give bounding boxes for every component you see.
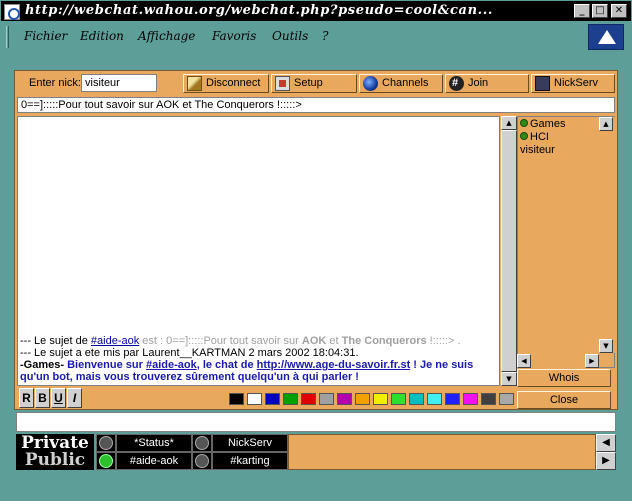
userlist-scrollbar[interactable]: ▲ ▼ bbox=[599, 117, 615, 353]
browser-logo-icon bbox=[588, 24, 624, 50]
menu-affichage[interactable]: Affichage bbox=[138, 29, 195, 43]
channels-button[interactable]: Channels bbox=[359, 74, 443, 93]
disconnect-label: Disconnect bbox=[206, 77, 261, 89]
whois-button[interactable]: Whois bbox=[517, 369, 611, 387]
chat-line-topic-setter: --- Le sujet a ete mis par Laurent__KART… bbox=[20, 347, 359, 359]
title-bar: http://webchat.wahou.org/webchat.php?pse… bbox=[0, 0, 632, 22]
tab-row-top: *Status* NickServ bbox=[94, 434, 288, 452]
reverse-button[interactable]: R bbox=[19, 388, 34, 408]
bold-button[interactable]: B bbox=[35, 388, 50, 408]
userlist-hscrollbar[interactable]: ◀ ▶ bbox=[517, 354, 599, 368]
userlist-up-icon[interactable]: ▲ bbox=[599, 117, 613, 131]
menu-bar: Fichier Edition Affichage Favoris Outils… bbox=[0, 22, 632, 52]
setup-icon bbox=[275, 76, 290, 91]
nickserv-icon bbox=[535, 76, 550, 91]
tab-bar-fill bbox=[288, 434, 596, 470]
karting-indicator-icon bbox=[192, 452, 212, 470]
site-link[interactable]: http://www.age-du-savoir.fr.st bbox=[257, 359, 411, 371]
color-swatch[interactable] bbox=[391, 393, 406, 405]
color-swatch[interactable] bbox=[445, 393, 460, 405]
color-swatch[interactable] bbox=[427, 393, 442, 405]
color-swatch[interactable] bbox=[355, 393, 370, 405]
close-button[interactable]: Close bbox=[517, 391, 611, 409]
chat-scroll-thumb[interactable] bbox=[501, 130, 517, 372]
userlist-right-icon[interactable]: ▶ bbox=[585, 354, 599, 368]
color-swatch[interactable] bbox=[229, 393, 244, 405]
chat-line-topic: --- Le sujet de #aide-aok est : 0==]::::… bbox=[20, 335, 461, 347]
hash-icon bbox=[449, 75, 464, 92]
nick-label: Enter nick: bbox=[29, 77, 81, 89]
tab-aide-aok[interactable]: #aide-aok bbox=[116, 452, 192, 470]
globe-icon bbox=[363, 76, 378, 91]
disconnect-icon bbox=[187, 76, 202, 91]
scroll-down-icon[interactable]: ▼ bbox=[501, 372, 517, 386]
color-swatch[interactable] bbox=[301, 393, 316, 405]
join-button[interactable]: Join bbox=[445, 74, 529, 93]
channel-link-2[interactable]: #aide-aok bbox=[146, 359, 197, 371]
close-window-button[interactable]: ✕ bbox=[611, 4, 627, 18]
channels-label: Channels bbox=[382, 77, 429, 89]
menu-favoris[interactable]: Favoris bbox=[212, 29, 256, 43]
setup-button[interactable]: Setup bbox=[271, 74, 357, 93]
nav-right-icon[interactable]: ▶ bbox=[596, 452, 616, 470]
color-swatch[interactable] bbox=[319, 393, 334, 405]
nickserv-button[interactable]: NickServ bbox=[531, 74, 615, 93]
color-swatch[interactable] bbox=[265, 393, 280, 405]
chat-line-bot: -Games- Bienvenue sur #aide-aok, le chat… bbox=[20, 359, 474, 383]
chat-area: --- Le sujet de #aide-aok est : 0==]::::… bbox=[17, 116, 500, 386]
userlist-left-icon[interactable]: ◀ bbox=[517, 354, 531, 368]
color-swatch[interactable] bbox=[499, 393, 514, 405]
menu-grip bbox=[6, 26, 9, 48]
minimize-button[interactable]: _ bbox=[574, 4, 590, 18]
window-title: http://webchat.wahou.org/webchat.php?pse… bbox=[25, 3, 493, 18]
tab-karting[interactable]: #karting bbox=[212, 452, 288, 470]
status-indicator-icon bbox=[96, 434, 116, 452]
op-icon bbox=[520, 119, 528, 127]
channel-link[interactable]: #aide-aok bbox=[91, 335, 139, 347]
maximize-button[interactable]: □ bbox=[592, 4, 608, 18]
topic-bar: 0==]:::::Pour tout savoir sur AOK et The… bbox=[17, 97, 615, 113]
chat-messages: --- Le sujet de #aide-aok est : 0==]::::… bbox=[20, 335, 498, 383]
nickserv-label: NickServ bbox=[554, 77, 599, 89]
color-swatch[interactable] bbox=[337, 393, 352, 405]
color-swatch[interactable] bbox=[373, 393, 388, 405]
active-indicator-icon bbox=[96, 452, 116, 470]
color-swatch[interactable] bbox=[283, 393, 298, 405]
menu-help[interactable]: ? bbox=[322, 29, 328, 43]
italic-button[interactable]: I bbox=[67, 388, 82, 408]
color-swatch[interactable] bbox=[247, 393, 262, 405]
tab-status[interactable]: *Status* bbox=[116, 434, 192, 452]
color-swatch[interactable] bbox=[481, 393, 496, 405]
setup-label: Setup bbox=[294, 77, 323, 89]
nickserv-indicator-icon bbox=[192, 434, 212, 452]
disconnect-button[interactable]: Disconnect bbox=[183, 74, 269, 93]
color-swatch[interactable] bbox=[409, 393, 424, 405]
nick-input[interactable] bbox=[81, 74, 157, 92]
userlist-down-icon[interactable]: ▼ bbox=[599, 339, 613, 353]
menu-edition[interactable]: Edition bbox=[80, 29, 124, 43]
menu-outils[interactable]: Outils bbox=[272, 29, 308, 43]
color-swatch[interactable] bbox=[463, 393, 478, 405]
chat-panel: Enter nick: Disconnect Setup Channels Jo… bbox=[14, 70, 618, 410]
scroll-up-icon[interactable]: ▲ bbox=[501, 116, 517, 130]
chat-scrollbar[interactable]: ▲ ▼ bbox=[501, 116, 517, 386]
join-label: Join bbox=[468, 77, 489, 89]
message-input[interactable] bbox=[16, 412, 616, 432]
tab-nickserv[interactable]: NickServ bbox=[212, 434, 288, 452]
browser-icon bbox=[4, 4, 20, 20]
tab-row-bottom: #aide-aok #karting bbox=[94, 452, 288, 470]
underline-button[interactable]: U bbox=[51, 388, 66, 408]
nav-left-icon[interactable]: ◀ bbox=[596, 434, 616, 452]
op-icon bbox=[520, 132, 528, 140]
private-public-logo: Private Public bbox=[16, 434, 94, 470]
menu-fichier[interactable]: Fichier bbox=[24, 29, 67, 43]
